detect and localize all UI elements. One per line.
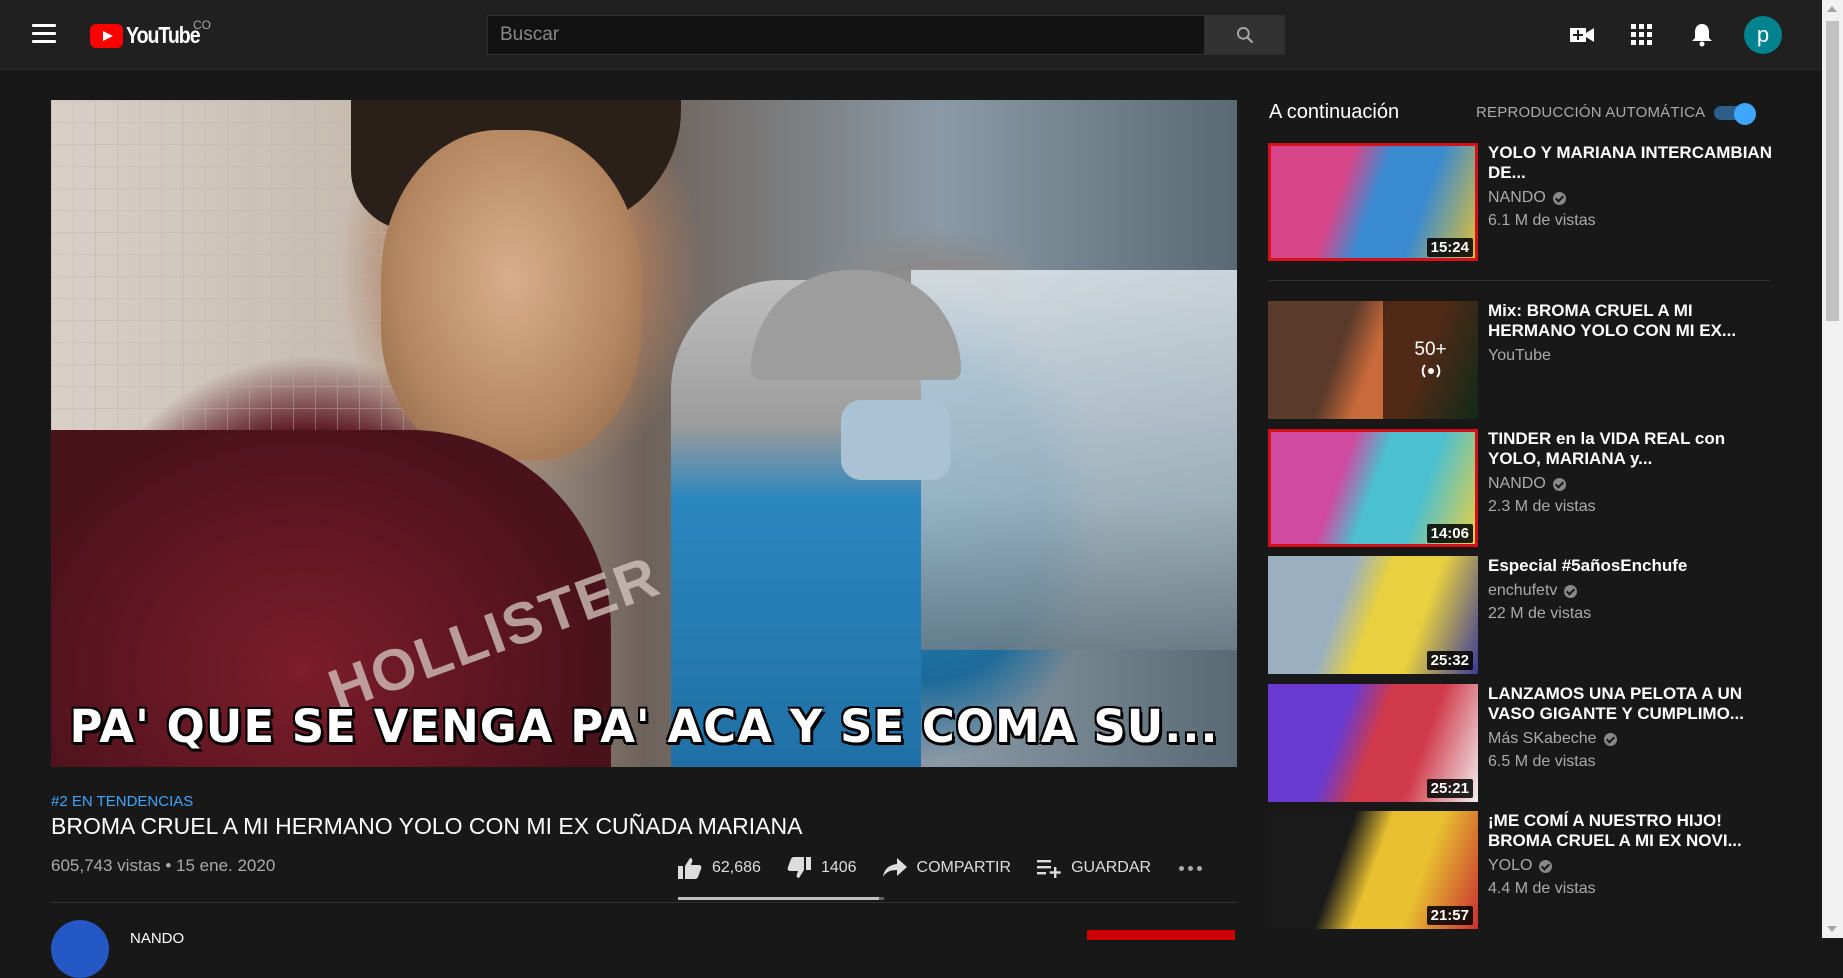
video-frame-face — [381, 130, 641, 460]
apps-button[interactable] — [1612, 0, 1672, 70]
play-icon — [90, 23, 123, 48]
mix-count: 50+ — [1414, 339, 1447, 360]
autoplay-toggle[interactable] — [1714, 103, 1758, 125]
playlist-add-icon — [1037, 860, 1061, 878]
recommendation-channel[interactable]: YOLO — [1488, 857, 1553, 875]
recommendation-title[interactable]: Mix: BROMA CRUEL A MI HERMANO YOLO CON M… — [1488, 301, 1778, 341]
thumbs-up-icon — [678, 858, 702, 879]
like-button[interactable]: 62,686 — [678, 857, 761, 879]
account-avatar[interactable]: p — [1744, 16, 1782, 54]
recommendation-title[interactable]: YOLO Y MARIANA INTERCAMBIAN DE... — [1488, 143, 1778, 183]
recommendation-thumbnail[interactable]: 14:06 — [1268, 429, 1478, 547]
notifications-button[interactable] — [1672, 0, 1732, 70]
more-actions-icon[interactable] — [1179, 865, 1203, 871]
recommendation-views: 4.4 M de vistas — [1488, 880, 1596, 897]
top-icons: p — [1552, 0, 1822, 70]
recommendation-thumbnail[interactable]: 21:57 — [1268, 811, 1478, 929]
channel-label: Más SKabeche — [1488, 730, 1597, 747]
video-subtitle-overlay: PA' QUE SE VENGA PA' ACA Y SE COMA SU... — [69, 700, 1219, 753]
recommendation-channel[interactable]: NANDO — [1488, 189, 1566, 207]
like-ratio-fill — [678, 897, 880, 900]
save-label: GUARDAR — [1071, 859, 1152, 876]
section-divider — [51, 902, 1237, 903]
video-actions: 62,686 1406 COMPARTIR GUARDAR — [678, 850, 1203, 886]
autoplay-label: REPRODUCCIÓN AUTOMÁTICA — [1476, 104, 1706, 121]
recommendation-views: 6.5 M de vistas — [1488, 753, 1596, 770]
video-views-date: 605,743 vistas • 15 ene. 2020 — [51, 856, 276, 875]
video-frame-window — [911, 270, 1237, 650]
video-duration: 25:32 — [1426, 651, 1473, 670]
trending-link[interactable]: #2 EN TENDENCIAS — [51, 793, 193, 810]
recommendation-title[interactable]: TINDER en la VIDA REAL con YOLO, MARIANA… — [1488, 429, 1778, 469]
search-input[interactable] — [487, 15, 1205, 55]
recommendation-thumbnail[interactable]: 15:24 — [1268, 143, 1478, 261]
scroll-down-arrow-icon[interactable] — [1827, 926, 1837, 932]
share-button[interactable]: COMPARTIR — [882, 858, 1012, 878]
logo-text: YouTube — [126, 22, 201, 48]
channel-label: NANDO — [1488, 475, 1546, 492]
recommendation-thumbnail[interactable]: 50+ — [1268, 301, 1478, 419]
recommendation-views: 2.3 M de vistas — [1488, 498, 1596, 515]
search-icon — [1236, 27, 1253, 44]
mix-overlay: 50+ — [1383, 301, 1478, 419]
subscribe-button[interactable] — [1087, 930, 1235, 940]
up-next-separator — [1268, 280, 1770, 281]
menu-icon[interactable] — [32, 24, 56, 46]
country-code: CO — [193, 18, 211, 32]
recommendation-views: 22 M de vistas — [1488, 605, 1592, 622]
recommendation-views: 6.1 M de vistas — [1488, 212, 1596, 229]
channel-label: YouTube — [1488, 347, 1551, 364]
recommendation-channel[interactable]: Más SKabeche — [1488, 730, 1617, 748]
page-scrollbar[interactable] — [1822, 0, 1843, 938]
verified-check-icon — [1564, 584, 1578, 598]
channel-name[interactable]: NANDO — [130, 930, 184, 947]
dislike-count: 1406 — [820, 859, 857, 876]
video-frame-mask — [841, 400, 951, 480]
up-next-heading: A continuación — [1269, 101, 1400, 123]
share-label: COMPARTIR — [916, 859, 1012, 876]
video-player[interactable]: HOLLISTER PA' QUE SE VENGA PA' ACA Y SE … — [51, 100, 1237, 767]
video-duration: 21:57 — [1426, 906, 1473, 925]
toggle-knob — [1734, 103, 1756, 125]
channel-avatar[interactable] — [51, 920, 109, 978]
verified-check-icon — [1552, 477, 1566, 491]
save-button[interactable]: GUARDAR — [1037, 858, 1151, 878]
youtube-logo[interactable]: YouTube CO — [90, 18, 213, 49]
channel-label: enchufetv — [1488, 582, 1558, 599]
like-dislike-bar — [678, 897, 884, 900]
recommendation-title[interactable]: LANZAMOS UNA PELOTA A UN VASO GIGANTE Y … — [1488, 684, 1778, 724]
recommendation-thumbnail[interactable]: 25:32 — [1268, 556, 1478, 674]
recommendation-channel[interactable]: enchufetv — [1488, 582, 1578, 600]
scroll-thumb[interactable] — [1826, 21, 1839, 321]
channel-label: NANDO — [1488, 189, 1546, 206]
scroll-up-arrow-icon[interactable] — [1827, 6, 1837, 12]
thumbs-down-icon — [787, 857, 811, 878]
verified-check-icon — [1539, 859, 1553, 873]
video-title: BROMA CRUEL A MI HERMANO YOLO CON MI EX … — [51, 813, 803, 839]
recommendation-channel[interactable]: YouTube — [1488, 347, 1551, 365]
recommendation-thumbnail[interactable]: 25:21 — [1268, 684, 1478, 802]
apps-grid-icon — [1631, 24, 1652, 45]
top-bar: YouTube CO p — [0, 0, 1822, 70]
recommendation-channel[interactable]: NANDO — [1488, 475, 1566, 493]
video-duration: 25:21 — [1426, 779, 1473, 798]
create-video-button[interactable] — [1552, 0, 1612, 70]
video-duration: 14:06 — [1426, 524, 1473, 543]
verified-check-icon — [1603, 732, 1617, 746]
video-duration: 15:24 — [1426, 238, 1473, 257]
recommendation-title[interactable]: ¡ME COMÍ A NUESTRO HIJO! BROMA CRUEL A M… — [1488, 811, 1778, 851]
share-arrow-icon — [882, 858, 907, 877]
bell-icon — [1692, 24, 1712, 47]
like-count: 62,686 — [712, 859, 761, 876]
dislike-button[interactable]: 1406 — [787, 857, 857, 879]
broadcast-icon — [1421, 364, 1440, 378]
search-bar — [487, 15, 1285, 55]
search-button[interactable] — [1205, 15, 1285, 55]
video-camera-plus-icon — [1570, 28, 1594, 42]
channel-label: YOLO — [1488, 857, 1533, 874]
verified-check-icon — [1552, 191, 1566, 205]
recommendation-title[interactable]: Especial #5añosEnchufe — [1488, 556, 1778, 576]
